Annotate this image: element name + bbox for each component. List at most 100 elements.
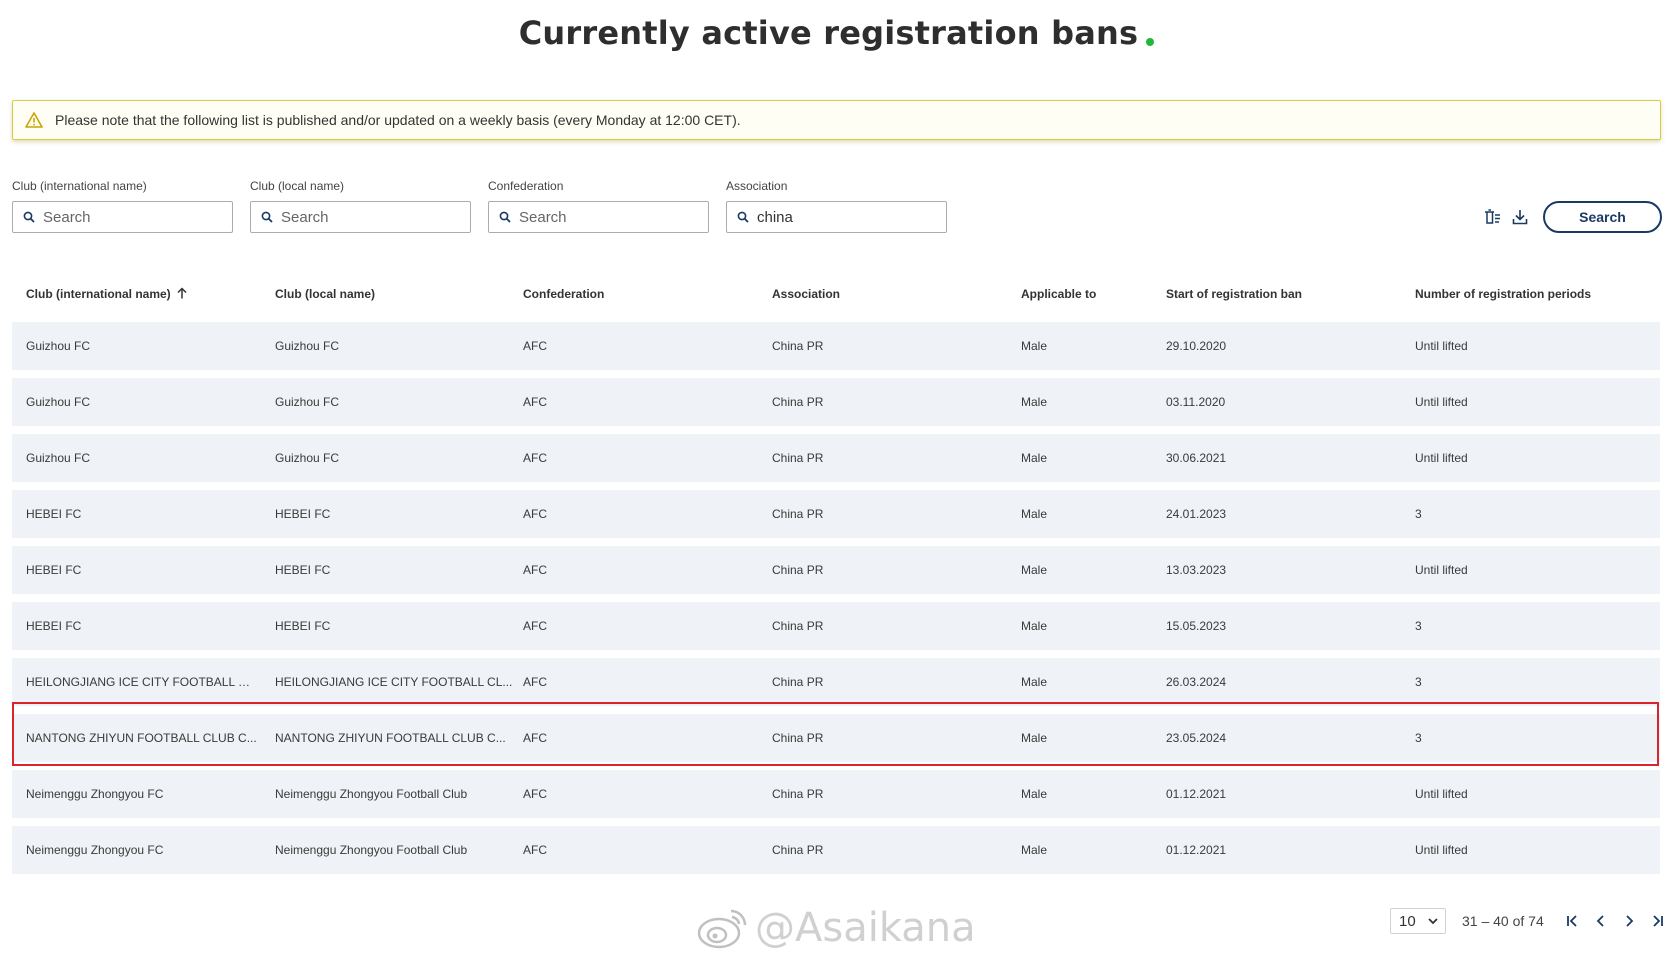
last-page-icon	[1653, 915, 1663, 927]
cell-applicable-to: Male	[1021, 507, 1048, 521]
filter-label: Club (local name)	[250, 179, 345, 193]
column-header-club-international[interactable]: Club (international name)	[26, 287, 258, 301]
next-page-icon	[1626, 915, 1634, 927]
next-page-button[interactable]	[1620, 911, 1638, 931]
cell-confederation: AFC	[523, 843, 547, 857]
column-header-label: Club (international name)	[26, 287, 171, 301]
column-header-start-date[interactable]: Start of registration ban	[1166, 287, 1366, 301]
page-size-select[interactable]: 10	[1390, 908, 1446, 934]
cell-confederation: AFC	[523, 787, 547, 801]
cell-registration-periods: 3	[1415, 619, 1422, 633]
cell-club-local: HEBEI FC	[275, 507, 331, 521]
cell-association: China PR	[772, 787, 824, 801]
watermark: @Asaikana	[695, 905, 976, 951]
page-title-text: Currently active registration bans	[518, 14, 1139, 52]
weibo-icon	[697, 909, 747, 949]
club-international-search-input[interactable]	[43, 208, 213, 226]
cell-association: China PR	[772, 339, 824, 353]
table-row[interactable]: HEILONGJIANG ICE CITY FOOTBALL CL... HEI…	[12, 658, 1660, 706]
table-row[interactable]: HEBEI FC HEBEI FC AFC China PR Male 15.0…	[12, 602, 1660, 650]
cell-start-date: 29.10.2020	[1166, 339, 1227, 353]
cell-club-international: HEBEI FC	[26, 507, 82, 521]
cell-club-local: Guizhou FC	[275, 395, 340, 409]
club-local-search-input[interactable]	[281, 208, 451, 226]
cell-confederation: AFC	[523, 507, 547, 521]
cell-association: China PR	[772, 507, 824, 521]
sort-asc-icon[interactable]	[177, 287, 187, 299]
search-icon	[261, 211, 273, 223]
cell-club-international: Guizhou FC	[26, 451, 91, 465]
cell-start-date: 01.12.2021	[1166, 787, 1227, 801]
warning-icon	[25, 112, 43, 128]
cell-start-date: 30.06.2021	[1166, 451, 1227, 465]
column-header-confederation[interactable]: Confederation	[523, 287, 723, 301]
table-row[interactable]: Neimenggu Zhongyou FC Neimenggu Zhongyou…	[12, 770, 1660, 818]
page-range: 31 – 40 of 74	[1462, 913, 1544, 929]
pagination: 10 31 – 40 of 74	[1390, 908, 1666, 934]
clear-filters-icon[interactable]	[1483, 208, 1501, 226]
filter-box[interactable]	[250, 201, 471, 233]
download-icon[interactable]	[1512, 208, 1528, 226]
cell-club-local: HEBEI FC	[275, 563, 331, 577]
cell-applicable-to: Male	[1021, 619, 1048, 633]
cell-applicable-to: Male	[1021, 339, 1048, 353]
cell-club-local: Neimenggu Zhongyou Football Club	[275, 787, 468, 801]
cell-association: China PR	[772, 843, 824, 857]
confederation-search-input[interactable]	[519, 208, 689, 226]
column-header-association[interactable]: Association	[772, 287, 972, 301]
table-row[interactable]: HEBEI FC HEBEI FC AFC China PR Male 13.0…	[12, 546, 1660, 594]
cell-start-date: 15.05.2023	[1166, 619, 1227, 633]
last-page-button[interactable]	[1648, 911, 1666, 931]
filter-box[interactable]	[726, 201, 947, 233]
table-row-highlighted[interactable]: NANTONG ZHIYUN FOOTBALL CLUB C... NANTON…	[12, 714, 1660, 762]
notice-text: Please note that the following list is p…	[55, 112, 741, 128]
table-row[interactable]: Guizhou FC Guizhou FC AFC China PR Male …	[12, 434, 1660, 482]
cell-association: China PR	[772, 731, 824, 745]
association-search-input[interactable]	[757, 208, 927, 226]
filter-club-local: Club (local name)	[250, 179, 471, 233]
cell-registration-periods: 3	[1415, 675, 1422, 689]
cell-club-international: HEILONGJIANG ICE CITY FOOTBALL CL...	[26, 675, 258, 689]
cell-applicable-to: Male	[1021, 451, 1048, 465]
filter-label: Club (international name)	[12, 179, 147, 193]
cell-applicable-to: Male	[1021, 787, 1048, 801]
cell-association: China PR	[772, 619, 824, 633]
cell-association: China PR	[772, 675, 824, 689]
cell-confederation: AFC	[523, 395, 547, 409]
prev-page-button[interactable]	[1592, 911, 1610, 931]
search-button[interactable]: Search	[1543, 201, 1662, 233]
cell-start-date: 13.03.2023	[1166, 563, 1227, 577]
cell-applicable-to: Male	[1021, 563, 1048, 577]
column-header-applicable-to[interactable]: Applicable to	[1021, 287, 1141, 301]
prev-page-icon	[1596, 915, 1604, 927]
filter-box[interactable]	[12, 201, 233, 233]
cell-applicable-to: Male	[1021, 843, 1048, 857]
first-page-button[interactable]	[1564, 911, 1582, 931]
column-header-registration-periods[interactable]: Number of registration periods	[1415, 287, 1655, 301]
cell-applicable-to: Male	[1021, 675, 1048, 689]
table-row[interactable]: Guizhou FC Guizhou FC AFC China PR Male …	[12, 322, 1660, 370]
cell-start-date: 03.11.2020	[1166, 395, 1226, 409]
cell-confederation: AFC	[523, 451, 547, 465]
cell-confederation: AFC	[523, 675, 547, 689]
column-header-club-local[interactable]: Club (local name)	[275, 287, 515, 301]
cell-association: China PR	[772, 451, 824, 465]
search-icon	[737, 211, 749, 223]
cell-club-international: Neimenggu Zhongyou FC	[26, 787, 164, 801]
table-row[interactable]: HEBEI FC HEBEI FC AFC China PR Male 24.0…	[12, 490, 1660, 538]
table-row[interactable]: Guizhou FC Guizhou FC AFC China PR Male …	[12, 378, 1660, 426]
cell-start-date: 24.01.2023	[1166, 507, 1227, 521]
cell-applicable-to: Male	[1021, 395, 1048, 409]
title-dot	[1146, 38, 1155, 46]
cell-registration-periods: Until lifted	[1415, 843, 1468, 857]
cell-club-local: NANTONG ZHIYUN FOOTBALL CLUB C...	[275, 731, 506, 745]
filter-box[interactable]	[488, 201, 709, 233]
table-header: Club (international name) Club (local na…	[12, 272, 1660, 322]
cell-association: China PR	[772, 395, 824, 409]
first-page-icon	[1566, 915, 1577, 927]
page-title: Currently active registration bans	[0, 14, 1673, 52]
filter-label: Confederation	[488, 179, 564, 193]
cell-club-local: HEBEI FC	[275, 619, 331, 633]
table-row[interactable]: Neimenggu Zhongyou FC Neimenggu Zhongyou…	[12, 826, 1660, 874]
cell-club-international: Guizhou FC	[26, 339, 91, 353]
